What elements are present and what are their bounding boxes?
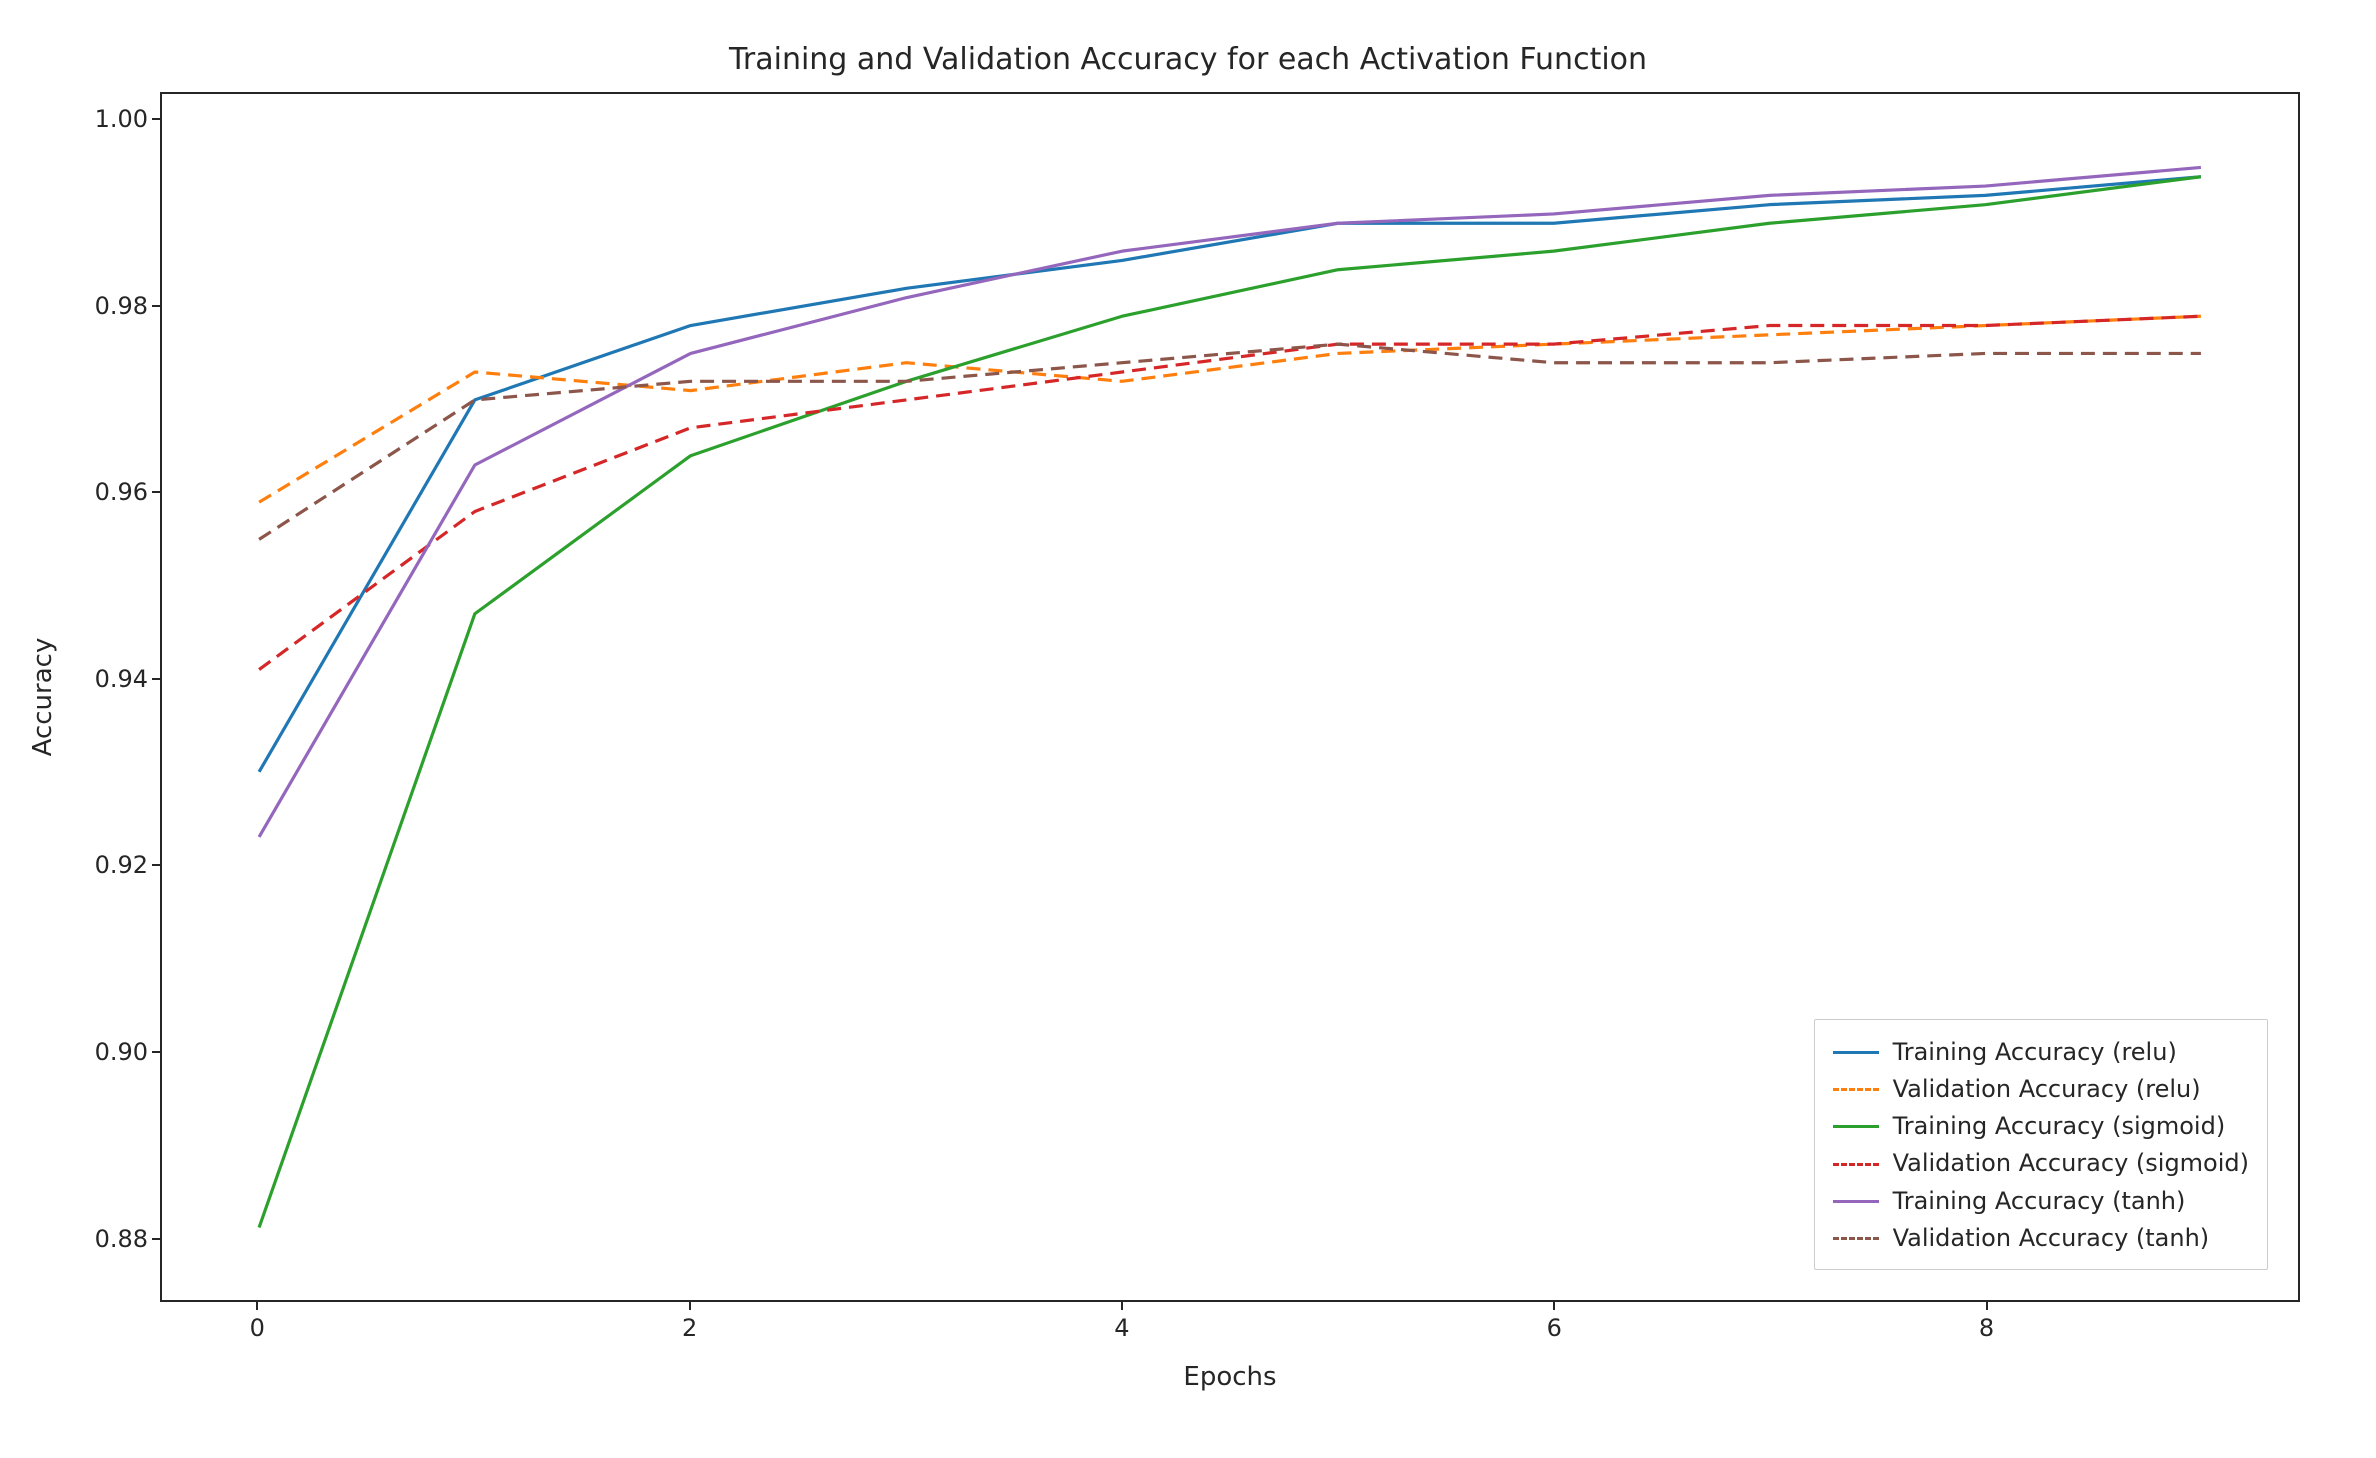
legend-label: Training Accuracy (sigmoid) [1893,1108,2226,1145]
series-line [259,167,2201,836]
y-tick-mark [152,1051,160,1053]
legend-swatch [1833,1200,1879,1203]
legend-entry: Validation Accuracy (sigmoid) [1833,1145,2249,1182]
legend-entry: Training Accuracy (sigmoid) [1833,1108,2249,1145]
y-tick-mark [152,1238,160,1240]
axes: Training Accuracy (relu)Validation Accur… [160,92,2300,1302]
y-tick-mark [152,864,160,866]
y-tick-label: 0.96 [38,478,148,506]
legend-swatch [1833,1051,1879,1054]
x-tick-mark [689,1302,691,1310]
figure: Training and Validation Accuracy for eac… [0,0,2376,1458]
x-tick-label: 6 [1547,1314,1562,1342]
y-tick-label: 0.88 [38,1225,148,1253]
legend-label: Training Accuracy (relu) [1893,1034,2177,1071]
y-tick-mark [152,678,160,680]
y-tick-label: 0.94 [38,665,148,693]
legend-label: Validation Accuracy (sigmoid) [1893,1145,2249,1182]
legend-label: Validation Accuracy (relu) [1893,1071,2201,1108]
legend-swatch [1833,1163,1879,1166]
y-tick-mark [152,491,160,493]
legend-swatch [1833,1088,1879,1091]
x-tick-label: 0 [250,1314,265,1342]
y-tick-label: 0.92 [38,851,148,879]
y-tick-label: 0.98 [38,292,148,320]
legend-entry: Training Accuracy (relu) [1833,1034,2249,1071]
y-tick-label: 0.90 [38,1038,148,1066]
y-tick-mark [152,118,160,120]
y-axis-label: Accuracy [28,92,58,1302]
legend-swatch [1833,1237,1879,1240]
x-tick-label: 4 [1114,1314,1129,1342]
legend-label: Training Accuracy (tanh) [1893,1183,2186,1220]
x-tick-label: 2 [682,1314,697,1342]
series-line [259,177,2201,772]
legend-swatch [1833,1125,1879,1128]
x-tick-mark [1986,1302,1988,1310]
legend-label: Validation Accuracy (tanh) [1893,1220,2210,1257]
y-tick-mark [152,305,160,307]
series-line [259,316,2201,502]
x-tick-label: 8 [1979,1314,1994,1342]
legend-entry: Training Accuracy (tanh) [1833,1183,2249,1220]
y-tick-label: 1.00 [38,105,148,133]
legend: Training Accuracy (relu)Validation Accur… [1814,1019,2268,1270]
chart-title: Training and Validation Accuracy for eac… [0,42,2376,77]
legend-entry: Validation Accuracy (tanh) [1833,1220,2249,1257]
x-tick-mark [256,1302,258,1310]
legend-entry: Validation Accuracy (relu) [1833,1071,2249,1108]
series-line [259,316,2201,669]
x-tick-mark [1553,1302,1555,1310]
x-axis-label: Epochs [160,1362,2300,1392]
x-tick-mark [1121,1302,1123,1310]
